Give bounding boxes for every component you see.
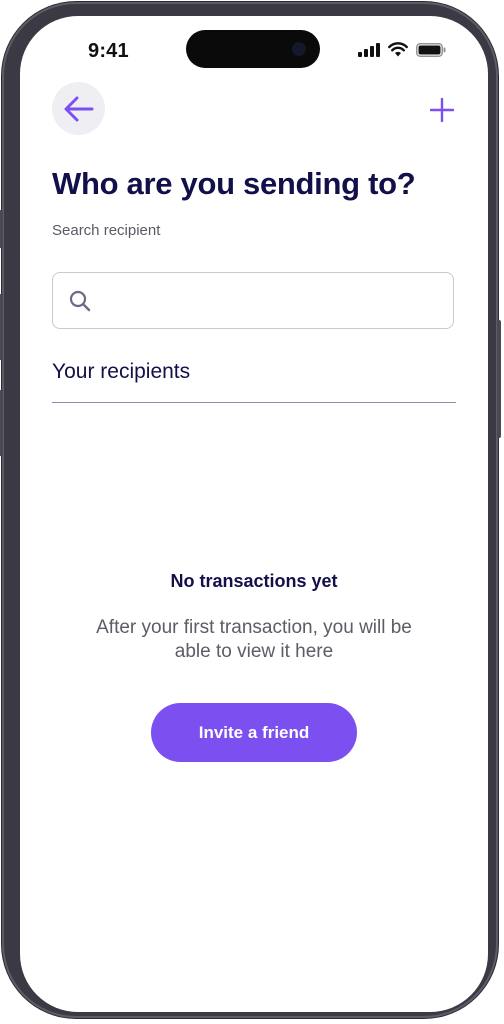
recipients-section-title: Your recipients [52, 360, 191, 383]
empty-state-title: No transactions yet [170, 571, 338, 591]
wifi-icon [388, 42, 408, 57]
add-recipient-button[interactable] [429, 97, 455, 123]
front-camera [292, 42, 306, 56]
power-button [497, 320, 501, 438]
status-time: 9:41 [88, 40, 129, 62]
search-input[interactable] [101, 279, 453, 322]
action-button [0, 210, 3, 248]
arrow-left-icon [64, 96, 93, 121]
page-subtitle: Search recipient [52, 222, 161, 239]
volume-down-button [0, 390, 3, 456]
dynamic-island [186, 30, 320, 68]
cellular-signal-icon [358, 42, 380, 57]
volume-up-button [0, 294, 3, 360]
status-icons [358, 42, 446, 57]
invite-friend-button[interactable]: Invite a friend [151, 703, 357, 762]
battery-icon [416, 42, 446, 57]
empty-state-description: After your first transaction, you will b… [96, 617, 412, 662]
section-divider [52, 402, 456, 403]
page-title: Who are you sending to? [52, 166, 416, 201]
screen: 9:41 Who are you sending to? Search reci… [20, 16, 488, 1012]
phone-frame: 9:41 Who are you sending to? Search reci… [0, 2, 501, 1018]
search-box[interactable] [52, 272, 454, 329]
back-button[interactable] [52, 82, 105, 135]
search-icon [69, 290, 91, 311]
plus-icon [429, 97, 455, 123]
